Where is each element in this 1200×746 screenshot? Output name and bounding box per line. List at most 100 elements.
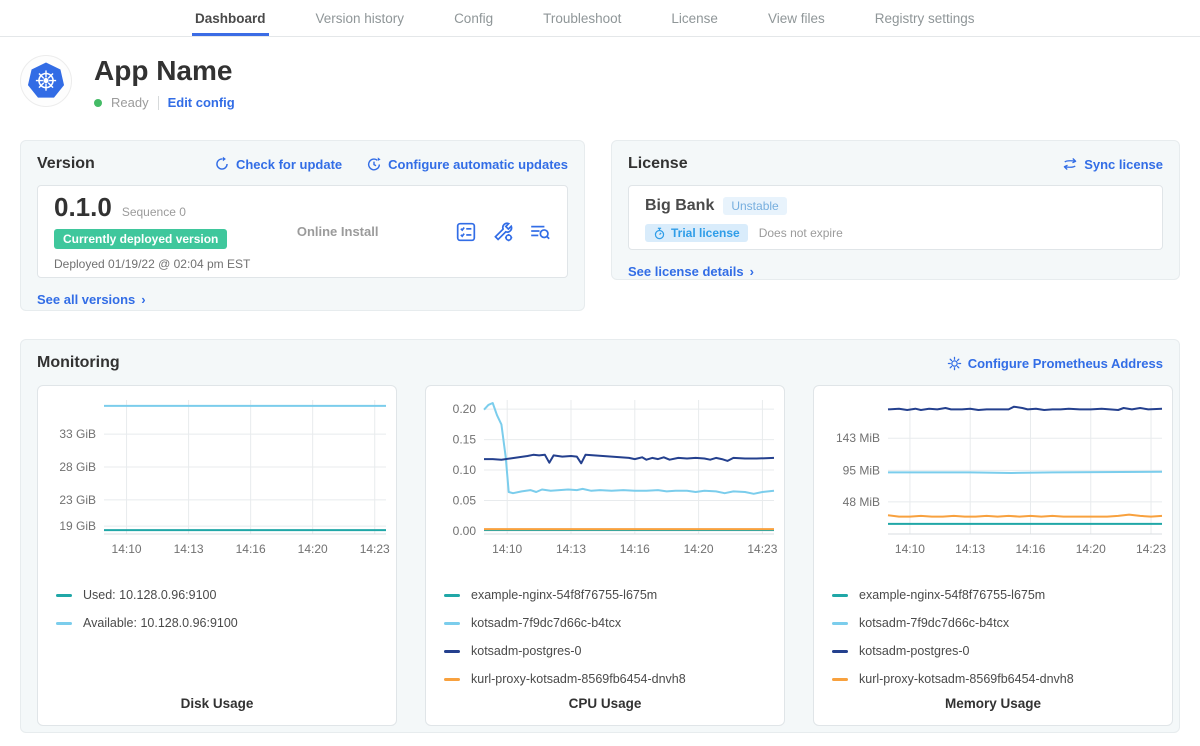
version-card-title: Version <box>37 155 95 173</box>
svg-text:14:13: 14:13 <box>955 542 985 556</box>
cpu-usage-panel: 14:1014:1314:1614:2014:230.200.150.100.0… <box>425 385 785 726</box>
cpu-usage-legend: example-nginx-54f8f76755-l675m kotsadm-7f… <box>444 581 784 693</box>
svg-text:14:23: 14:23 <box>747 542 777 556</box>
preflight-checks-icon[interactable] <box>455 221 477 243</box>
see-all-versions-link[interactable]: See all versions › <box>37 292 146 307</box>
svg-text:28 GiB: 28 GiB <box>59 460 96 474</box>
legend-label: kotsadm-postgres-0 <box>471 644 581 658</box>
sync-icon <box>1062 156 1078 172</box>
svg-text:0.00: 0.00 <box>453 524 477 538</box>
memory-usage-chart: 14:1014:1314:1614:2014:23143 MiB95 MiB48… <box>814 392 1172 564</box>
tab-view-files[interactable]: View files <box>765 0 828 36</box>
legend-item: kotsadm-7f9dc7d66c-b4tcx <box>832 609 1172 637</box>
gear-icon <box>947 356 962 371</box>
view-deploy-logs-icon[interactable] <box>529 221 551 243</box>
legend-color-dash <box>444 622 460 625</box>
configure-prometheus-label: Configure Prometheus Address <box>968 356 1163 371</box>
configure-prometheus-button[interactable]: Configure Prometheus Address <box>947 356 1163 371</box>
legend-color-dash <box>832 594 848 597</box>
configure-automatic-updates-label: Configure automatic updates <box>388 157 568 172</box>
svg-text:143 MiB: 143 MiB <box>836 431 880 445</box>
page-title: App Name <box>94 55 235 87</box>
tab-troubleshoot[interactable]: Troubleshoot <box>540 0 624 36</box>
legend-item: kotsadm-postgres-0 <box>832 637 1172 665</box>
app-status-text: Ready <box>111 95 149 110</box>
legend-item: example-nginx-54f8f76755-l675m <box>832 581 1172 609</box>
svg-text:19 GiB: 19 GiB <box>59 519 96 533</box>
see-license-details-label: See license details <box>628 264 744 279</box>
schedule-update-icon <box>366 156 382 172</box>
edit-config-wrench-icon[interactable] <box>492 221 514 243</box>
svg-text:48 MiB: 48 MiB <box>843 495 880 509</box>
check-for-update-label: Check for update <box>236 157 342 172</box>
tab-license[interactable]: License <box>668 0 721 36</box>
chart-title: Disk Usage <box>38 696 396 711</box>
svg-text:0.05: 0.05 <box>453 494 477 508</box>
tab-config[interactable]: Config <box>451 0 496 36</box>
legend-color-dash <box>444 650 460 653</box>
legend-color-dash <box>56 622 72 625</box>
tab-version-history[interactable]: Version history <box>313 0 408 36</box>
chart-title: Memory Usage <box>814 696 1172 711</box>
license-detail-panel: Big Bank Unstable Trial license Does not… <box>628 185 1163 250</box>
sequence-label: Sequence 0 <box>122 205 186 219</box>
license-card-title: License <box>628 155 688 173</box>
tab-registry-settings[interactable]: Registry settings <box>872 0 978 36</box>
legend-color-dash <box>832 678 848 681</box>
configure-automatic-updates-button[interactable]: Configure automatic updates <box>366 156 568 172</box>
svg-text:33 GiB: 33 GiB <box>59 427 96 441</box>
svg-text:14:16: 14:16 <box>1015 542 1045 556</box>
see-license-details-link[interactable]: See license details › <box>628 264 754 279</box>
top-nav: Dashboard Version history Config Trouble… <box>0 0 1200 37</box>
legend-item: Used: 10.128.0.96:9100 <box>56 581 396 609</box>
svg-text:95 MiB: 95 MiB <box>843 463 880 477</box>
memory-usage-panel: 14:1014:1314:1614:2014:23143 MiB95 MiB48… <box>813 385 1173 726</box>
legend-label: kotsadm-postgres-0 <box>859 644 969 658</box>
svg-text:14:20: 14:20 <box>298 542 328 556</box>
edit-config-link[interactable]: Edit config <box>168 95 235 110</box>
chevron-right-icon: › <box>141 292 145 307</box>
svg-text:14:16: 14:16 <box>620 542 650 556</box>
trial-license-badge: Trial license <box>645 224 748 242</box>
trial-license-label: Trial license <box>671 226 740 240</box>
legend-color-dash <box>444 678 460 681</box>
legend-item: kurl-proxy-kotsadm-8569fb6454-dnvh8 <box>444 665 784 693</box>
app-header: App Name Ready Edit config <box>20 55 1200 110</box>
check-for-update-button[interactable]: Check for update <box>214 156 342 172</box>
svg-text:14:13: 14:13 <box>174 542 204 556</box>
legend-label: Available: 10.128.0.96:9100 <box>83 616 238 630</box>
legend-color-dash <box>56 594 72 597</box>
sync-license-button[interactable]: Sync license <box>1062 156 1163 172</box>
see-all-versions-label: See all versions <box>37 292 135 307</box>
legend-label: Used: 10.128.0.96:9100 <box>83 588 216 602</box>
disk-usage-chart: 14:1014:1314:1614:2014:2333 GiB28 GiB23 … <box>38 392 396 564</box>
svg-text:14:10: 14:10 <box>492 542 522 556</box>
svg-text:14:10: 14:10 <box>112 542 142 556</box>
current-version-panel: 0.1.0 Sequence 0 Currently deployed vers… <box>37 185 568 278</box>
monitoring-title: Monitoring <box>37 354 120 372</box>
deployed-timestamp: Deployed 01/19/22 @ 02:04 pm EST <box>54 257 250 271</box>
svg-text:0.20: 0.20 <box>453 402 477 416</box>
svg-text:23 GiB: 23 GiB <box>59 493 96 507</box>
svg-text:0.15: 0.15 <box>453 433 477 447</box>
legend-item: kotsadm-7f9dc7d66c-b4tcx <box>444 609 784 637</box>
legend-color-dash <box>832 622 848 625</box>
kubernetes-logo-icon <box>20 55 72 107</box>
legend-color-dash <box>832 650 848 653</box>
svg-text:0.10: 0.10 <box>453 463 477 477</box>
svg-text:14:10: 14:10 <box>895 542 925 556</box>
channel-badge: Unstable <box>723 197 786 215</box>
tab-dashboard[interactable]: Dashboard <box>192 0 269 36</box>
legend-color-dash <box>444 594 460 597</box>
chart-title: CPU Usage <box>426 696 784 711</box>
divider <box>158 96 159 110</box>
legend-item: kotsadm-postgres-0 <box>444 637 784 665</box>
sync-license-label: Sync license <box>1084 157 1163 172</box>
legend-label: example-nginx-54f8f76755-l675m <box>859 588 1045 602</box>
svg-text:14:23: 14:23 <box>360 542 390 556</box>
ready-status-dot <box>94 99 102 107</box>
legend-item: example-nginx-54f8f76755-l675m <box>444 581 784 609</box>
chevron-right-icon: › <box>750 264 754 279</box>
disk-usage-panel: 14:1014:1314:1614:2014:2333 GiB28 GiB23 … <box>37 385 397 726</box>
legend-label: example-nginx-54f8f76755-l675m <box>471 588 657 602</box>
